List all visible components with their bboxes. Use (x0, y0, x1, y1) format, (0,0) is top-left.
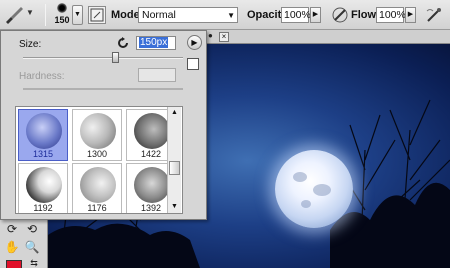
preset-item[interactable]: 1300 (72, 109, 122, 161)
brush-preview[interactable]: 150 (52, 2, 72, 28)
preset-label: 1315 (32, 149, 54, 159)
opacity-input[interactable]: 100% (281, 7, 311, 23)
scroll-down-icon[interactable]: ▼ (168, 201, 181, 213)
hand-icon[interactable]: ✋ (4, 240, 20, 254)
moon-brush-thumbnail (80, 167, 116, 203)
flow-input[interactable]: 100% (376, 7, 406, 23)
brush-size-readout: 150 (54, 15, 70, 25)
options-bar: ▼ 150 ▼ Mode: Normal ▼ Opacity: 100% ▶ F… (0, 0, 450, 30)
preset-item[interactable]: 1315 (18, 109, 68, 161)
moon-brush-thumbnail (134, 167, 170, 203)
brush-tip-icon (57, 3, 67, 13)
hardness-input (138, 68, 176, 82)
lasso-icon[interactable]: ⟳ (4, 222, 20, 236)
divider (45, 4, 46, 26)
mode-select[interactable]: Normal ▼ (138, 7, 238, 23)
moon-image (275, 150, 353, 228)
size-label: Size: (19, 39, 42, 50)
preset-item[interactable]: 1192 (18, 163, 68, 213)
size-reset-icon[interactable] (116, 36, 130, 50)
moon-brush-thumbnail (80, 113, 116, 149)
rotate-view-icon[interactable]: ⟲ (24, 222, 40, 236)
flow-slider-button[interactable]: ▶ (405, 7, 416, 23)
opacity-slider-button[interactable]: ▶ (310, 7, 321, 23)
size-slider-track[interactable] (23, 57, 183, 59)
preset-scrollbar[interactable]: ▲ ▼ (167, 107, 181, 213)
toolbox: ⟳ ⟲ ✋ 🔍 ⇆ (0, 220, 48, 268)
size-slider-thumb[interactable] (112, 52, 119, 63)
hardness-label: Hardness: (19, 71, 65, 82)
preset-label: 1300 (86, 149, 108, 159)
brush-tool-icon[interactable] (3, 5, 25, 25)
tablet-opacity-icon[interactable] (330, 5, 350, 25)
size-input[interactable]: 150px (136, 36, 176, 50)
chevron-down-icon: ▼ (227, 11, 235, 20)
preset-grid: 1315 1300 1422 1192 1176 1392 (15, 106, 183, 214)
new-preset-icon[interactable] (187, 58, 199, 70)
moon-brush-thumbnail (134, 113, 170, 149)
foreground-color-swatch[interactable] (6, 260, 22, 268)
airbrush-icon[interactable] (424, 5, 444, 25)
scrollbar-thumb[interactable] (169, 161, 180, 175)
hardness-slider-track (23, 88, 183, 90)
mode-value: Normal (142, 9, 176, 21)
brush-picker-button[interactable]: ▼ (72, 5, 83, 25)
panel-menu-icon[interactable]: ▶ (187, 35, 202, 50)
preset-label: 1192 (33, 203, 53, 213)
preset-item[interactable]: 1176 (72, 163, 122, 213)
scroll-up-icon[interactable]: ▲ (168, 107, 181, 119)
tool-preset-arrow-icon[interactable]: ▼ (26, 8, 34, 17)
brush-panel-toggle-icon[interactable] (88, 6, 106, 24)
brush-preset-picker: Size: 150px ▶ Hardness: 1315 1300 1422 1… (0, 30, 207, 220)
swap-colors-icon[interactable]: ⇆ (26, 256, 42, 268)
moon-brush-thumbnail (26, 167, 62, 203)
moon-brush-thumbnail (26, 113, 62, 149)
zoom-icon[interactable]: 🔍 (24, 240, 40, 254)
preset-label: 1176 (87, 203, 107, 213)
size-value: 150px (139, 37, 169, 48)
